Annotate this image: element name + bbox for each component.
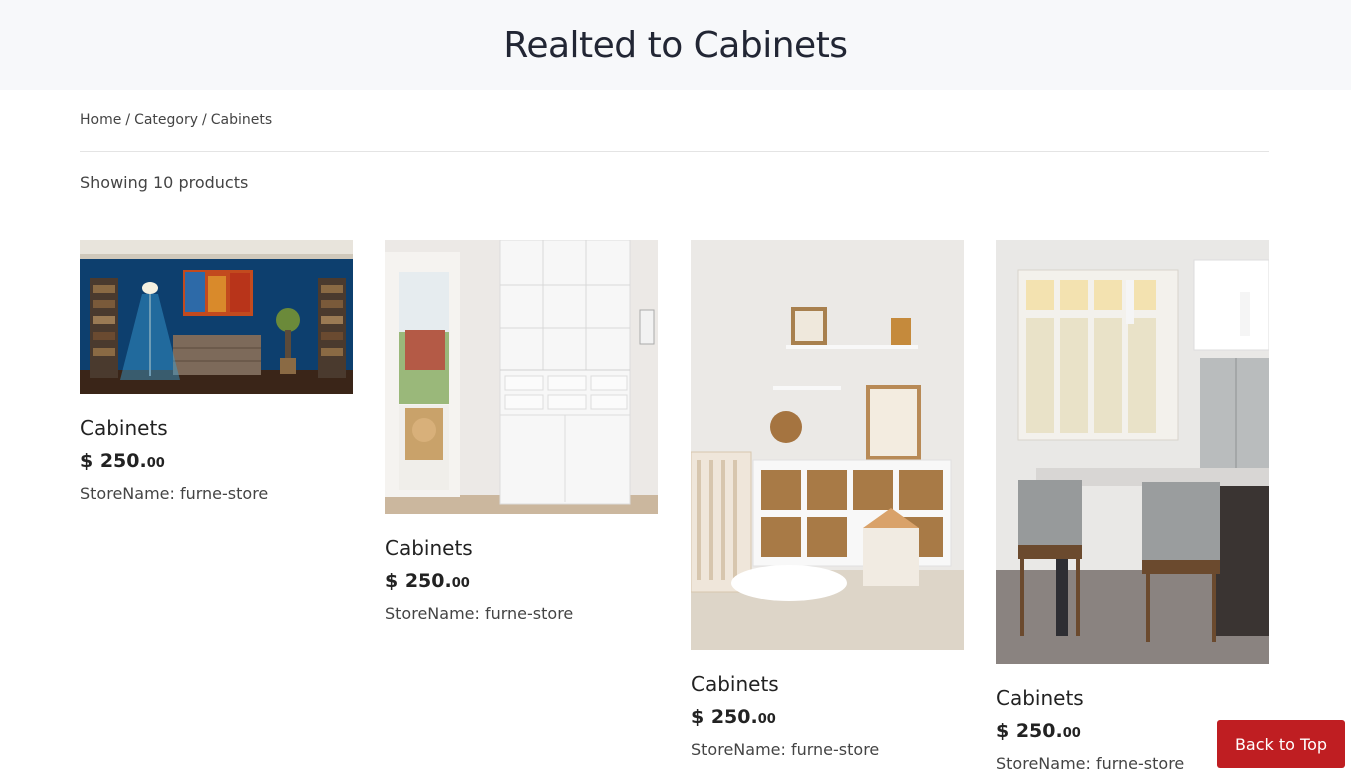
breadcrumb-separator: / <box>125 112 131 128</box>
product-card[interactable]: Cabinets $ 250.00 StoreName: furne-store <box>385 240 658 623</box>
product-card[interactable]: Cabinets $ 250.00 StoreName: furne-store <box>691 240 964 759</box>
product-store: StoreName: furne-store <box>385 604 574 623</box>
breadcrumb-category[interactable]: Category <box>134 112 198 128</box>
product-image[interactable] <box>691 240 964 650</box>
breadcrumb-separator: / <box>202 112 207 128</box>
back-to-top-button[interactable]: Back to Top <box>1217 720 1345 768</box>
product-card[interactable]: Cabinets $ 250.00 StoreName: furne-store <box>996 240 1269 773</box>
product-image[interactable] <box>996 240 1269 664</box>
product-name[interactable]: Cabinets <box>385 536 658 560</box>
product-image[interactable] <box>80 240 353 394</box>
breadcrumb-current: Cabinets <box>210 112 273 128</box>
breadcrumb-home[interactable]: Home <box>80 112 121 128</box>
product-price: $ 250.00 <box>385 570 470 592</box>
product-store: StoreName: furne-store <box>80 484 269 503</box>
product-price: $ 250.00 <box>691 706 776 728</box>
product-store: StoreName: furne-store <box>691 740 880 759</box>
product-name[interactable]: Cabinets <box>691 672 964 696</box>
product-name[interactable]: Cabinets <box>996 686 1269 710</box>
divider <box>80 151 1269 152</box>
breadcrumb: Home / Category / Cabinets <box>80 112 272 128</box>
product-image[interactable] <box>385 240 658 514</box>
page-header: Realted to Cabinets <box>0 0 1351 90</box>
product-name[interactable]: Cabinets <box>80 416 353 440</box>
page-title: Realted to Cabinets <box>503 24 848 66</box>
product-card[interactable]: Cabinets $ 250.00 StoreName: furne-store <box>80 240 353 503</box>
product-price: $ 250.00 <box>80 450 165 472</box>
product-count: Showing 10 products <box>80 173 249 192</box>
